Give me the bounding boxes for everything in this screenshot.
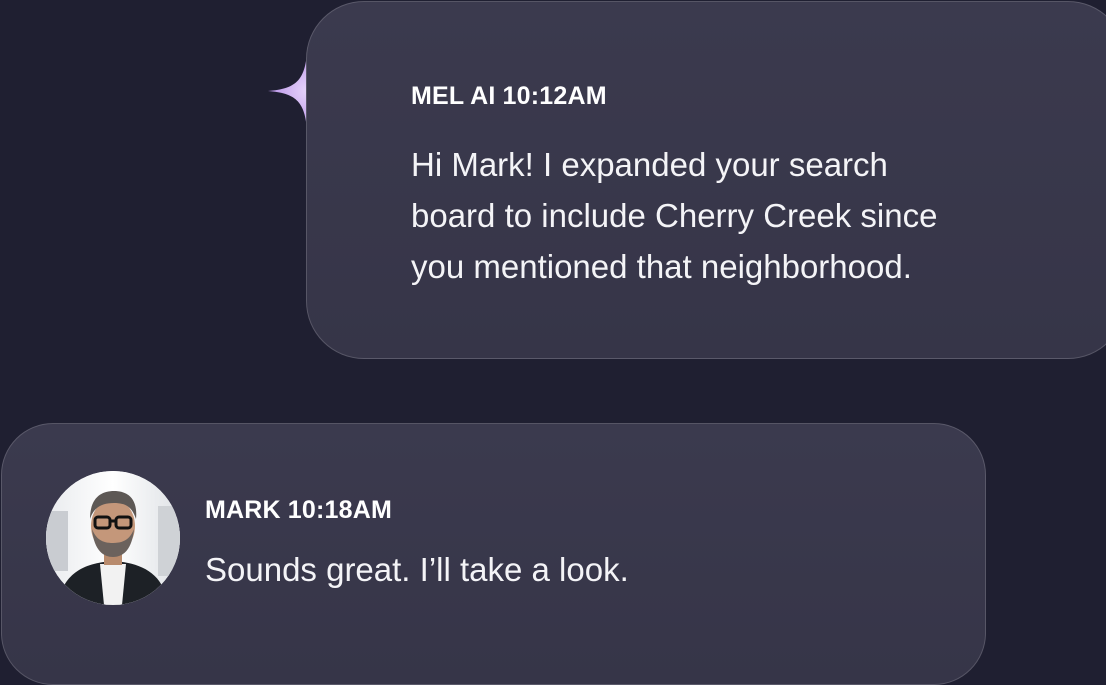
message-line: board to include Cherry Creek since	[411, 197, 938, 234]
user-message-text: Sounds great. I’ll take a look.	[205, 544, 629, 595]
user-message-bubble: MARK 10:18AM Sounds great. I’ll take a lo…	[1, 423, 986, 685]
message-line: Sounds great. I’ll take a look.	[205, 551, 629, 588]
message-timestamp: 10:12AM	[502, 82, 607, 110]
avatar	[46, 471, 180, 605]
ai-message-header: MEL AI 10:12AM	[411, 82, 607, 111]
ai-message-text: Hi Mark! I expanded your search board to…	[411, 139, 937, 292]
message-line: Hi Mark! I expanded your search	[411, 146, 888, 183]
user-message-header: MARK 10:18AM	[205, 496, 392, 525]
message-line: you mentioned that neighborhood.	[411, 248, 912, 285]
sender-name: MEL AI	[411, 82, 496, 110]
message-timestamp: 10:18AM	[287, 496, 393, 524]
sender-name: MARK	[205, 496, 281, 524]
ai-message-bubble: MEL AI 10:12AM Hi Mark! I expanded your s…	[306, 1, 1106, 359]
